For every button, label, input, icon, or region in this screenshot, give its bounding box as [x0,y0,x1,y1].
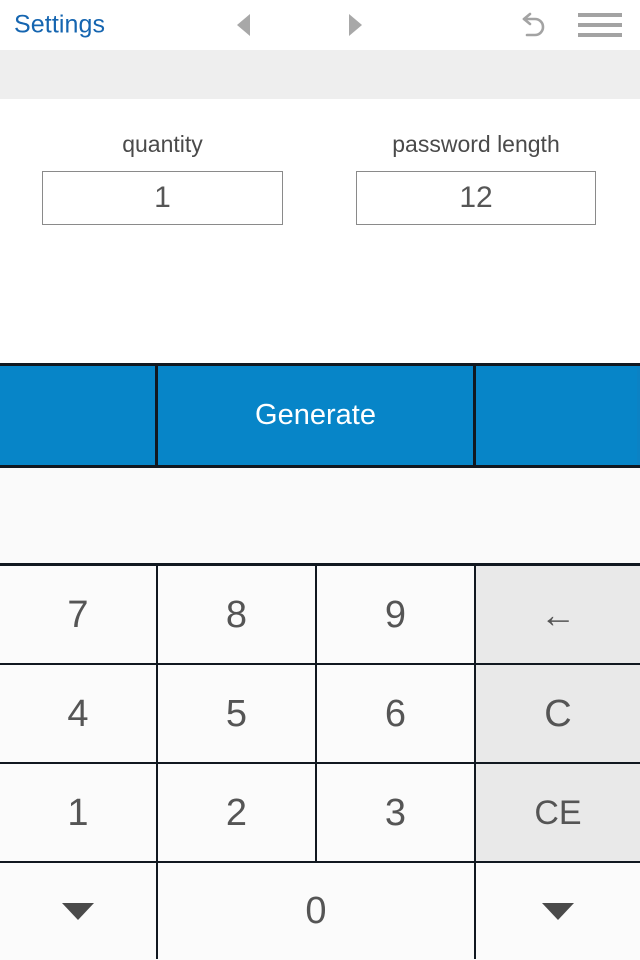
key-3-label: 3 [384,791,407,834]
triangle-down-icon [542,902,574,920]
top-toolbar: Settings [0,0,640,50]
generate-bar-right-cell[interactable] [476,366,637,465]
forward-button[interactable] [340,10,370,40]
generate-bar-left-cell[interactable] [0,366,158,465]
key-2-label: 2 [225,791,248,834]
key-3[interactable]: 3 [317,764,476,861]
key-4-label: 4 [67,692,89,735]
key-4[interactable]: 4 [0,665,158,762]
key-1[interactable]: 1 [0,764,158,861]
triangle-right-icon [348,14,362,36]
form-area: quantity password length [0,99,640,363]
password-length-field-group: password length [356,133,596,225]
key-0[interactable]: 0 [158,863,476,959]
quantity-input[interactable] [42,171,283,225]
key-7[interactable]: 7 [0,566,158,663]
triangle-down-icon [62,902,94,920]
hamburger-menu-button[interactable] [578,10,622,40]
password-output-area [0,468,640,563]
key-1-label: 1 [67,791,89,834]
arrow-left-icon: ← [540,593,576,635]
settings-link[interactable]: Settings [14,12,105,38]
hamburger-menu-icon-line-2 [578,23,622,27]
undo-arrow-icon [522,12,545,37]
key-8[interactable]: 8 [158,566,317,663]
hamburger-menu-icon-line-3 [578,33,622,37]
key-6[interactable]: 6 [317,665,476,762]
key-0-label: 0 [305,890,327,932]
key-backspace[interactable]: ← [476,566,640,663]
key-6-label: 6 [384,692,407,735]
triangle-left-icon [236,14,250,36]
generate-action-bar: Generate [0,363,640,468]
quantity-field-group: quantity [42,133,283,225]
key-clear-entry-label: CE [534,793,582,832]
key-9-label: 9 [384,593,407,636]
generate-button-label: Generate [255,399,376,431]
password-length-input[interactable] [356,171,596,225]
key-7-label: 7 [67,593,89,636]
numeric-keypad: 7 8 9 ← 4 5 6 C 1 2 3 CE 0 [0,563,640,960]
toolbar-separator-band [0,50,640,99]
password-generator-screen: Settings quantity password length [0,0,640,960]
back-button[interactable] [228,10,258,40]
generate-button[interactable]: Generate [158,366,476,465]
undo-button[interactable] [512,8,552,42]
key-next-field[interactable] [476,863,640,959]
quantity-label: quantity [122,131,203,157]
key-clear[interactable]: C [476,665,640,762]
key-5-label: 5 [225,692,248,735]
password-length-label: password length [392,131,560,157]
key-previous-field[interactable] [0,863,158,959]
key-8-label: 8 [225,593,248,636]
keypad-row: 7 8 9 ← [0,566,640,665]
key-clear-label: C [544,692,572,735]
key-5[interactable]: 5 [158,665,317,762]
keypad-row: 4 5 6 C [0,665,640,764]
key-9[interactable]: 9 [317,566,476,663]
key-2[interactable]: 2 [158,764,317,861]
key-clear-entry[interactable]: CE [476,764,640,861]
keypad-row: 1 2 3 CE [0,764,640,863]
hamburger-menu-icon-line-1 [578,13,622,17]
keypad-row: 0 [0,863,640,959]
